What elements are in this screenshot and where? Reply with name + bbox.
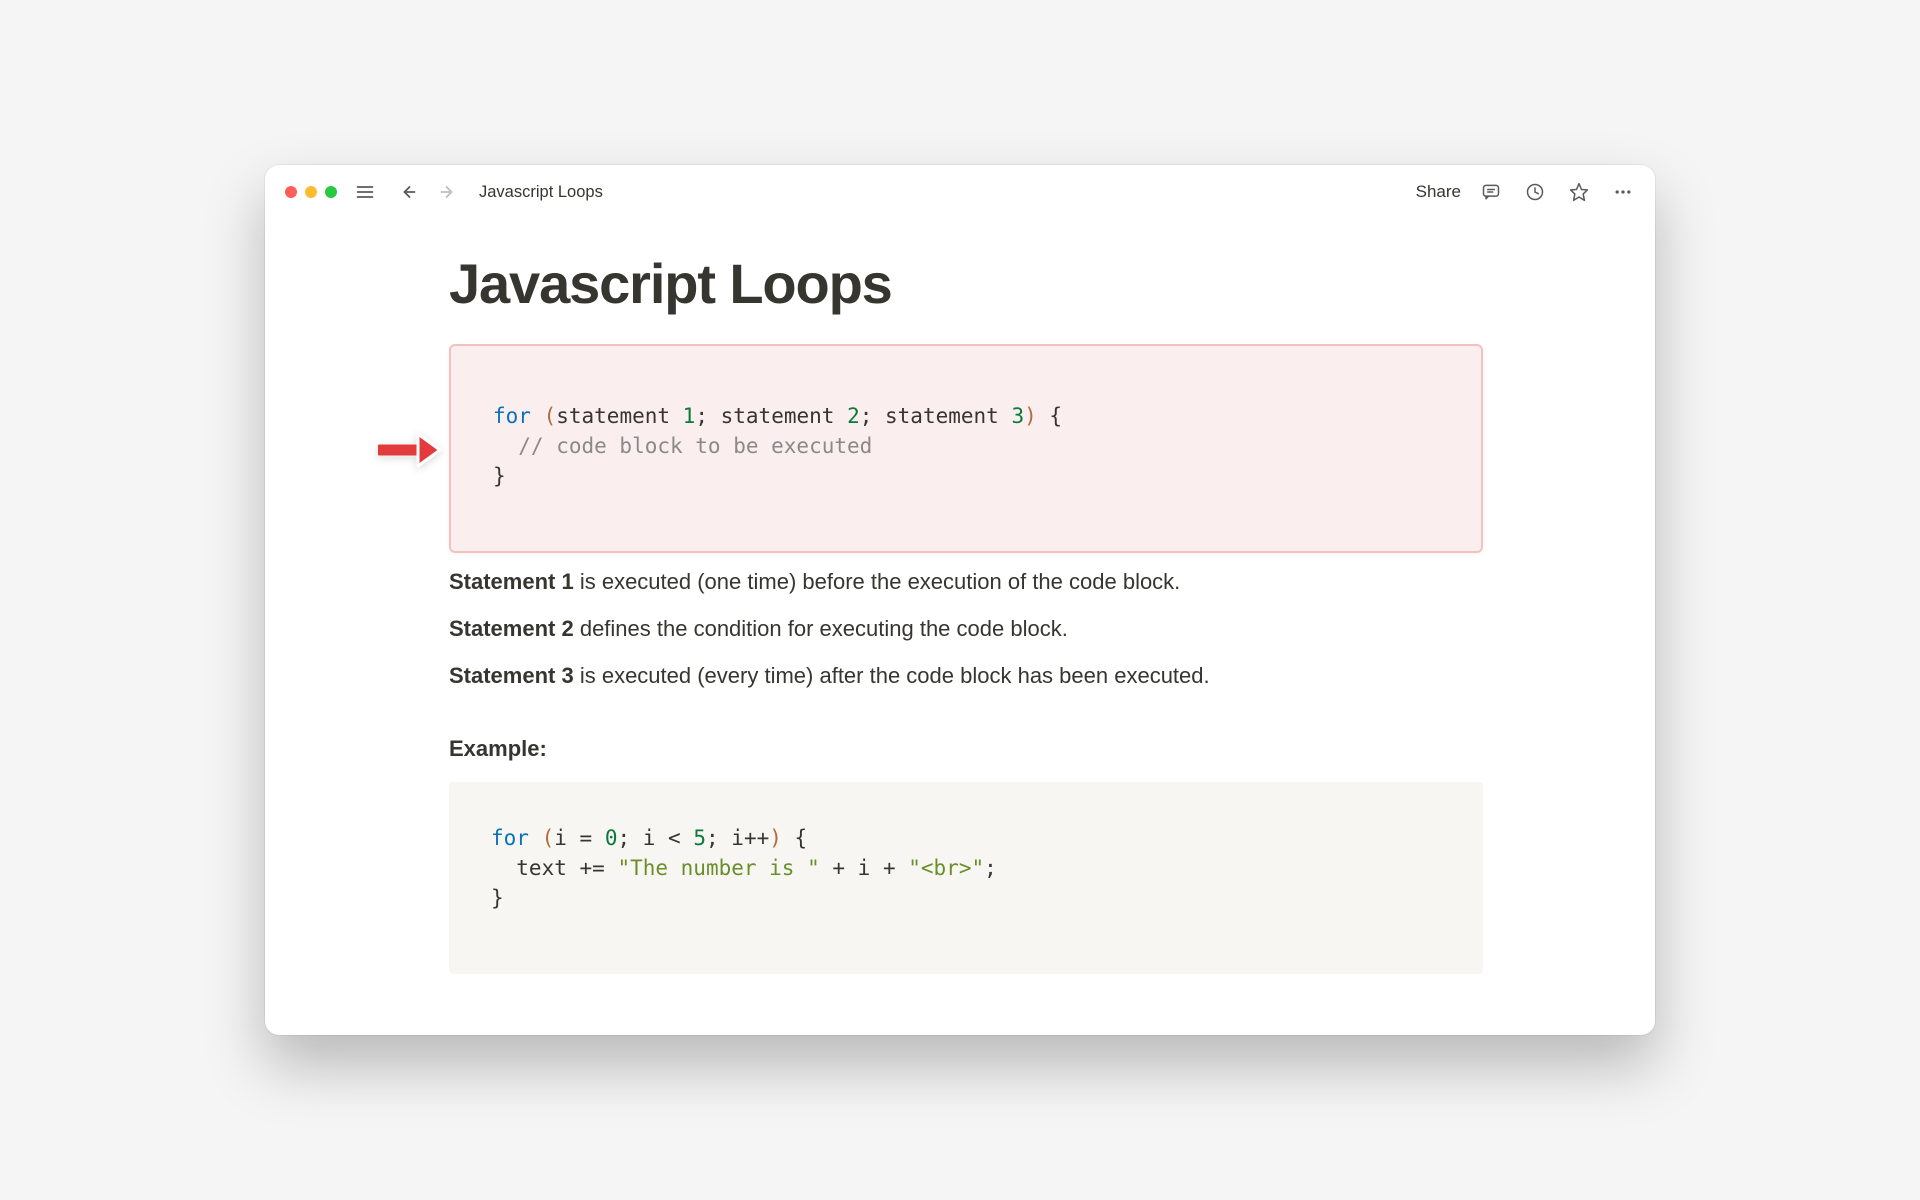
minimize-window-button[interactable] (305, 186, 317, 198)
text: is executed (one time) before the execut… (574, 569, 1181, 594)
favorite-star-icon[interactable] (1565, 178, 1593, 206)
code-token: "The number is " (617, 856, 819, 880)
code-token: ) (1024, 404, 1037, 428)
annotation-arrow-icon (378, 430, 448, 470)
code-token: { (782, 826, 807, 850)
share-button[interactable]: Share (1416, 182, 1461, 202)
code-token: } (491, 886, 504, 910)
paragraph-statement-2: Statement 2 defines the condition for ex… (449, 612, 1483, 645)
code-token: i = (554, 826, 605, 850)
code-token: statement (885, 404, 1011, 428)
code-token: for (493, 404, 531, 428)
code-token: "<br>" (908, 856, 984, 880)
code-token: 3 (1011, 404, 1024, 428)
bold-label: Statement 3 (449, 663, 574, 688)
code-token: ( (529, 826, 554, 850)
code-token: ) (769, 826, 782, 850)
code-token: statement (556, 404, 682, 428)
code-token: ; (695, 404, 720, 428)
sidebar-toggle-button[interactable] (351, 178, 379, 206)
forward-button[interactable] (435, 178, 463, 206)
example-heading: Example: (449, 736, 1483, 762)
topbar-actions: Share (1416, 178, 1637, 206)
code-token: // code block to be executed (493, 434, 872, 458)
code-token: i < (643, 826, 694, 850)
app-window: Javascript Loops Share (265, 165, 1655, 1035)
code-block-example[interactable]: for (i = 0; i < 5; i++) { text += "The n… (449, 782, 1483, 973)
paragraph-statement-3: Statement 3 is executed (every time) aft… (449, 659, 1483, 692)
code-token: ; (984, 856, 997, 880)
code-token: { (1037, 404, 1062, 428)
code-token: 5 (693, 826, 706, 850)
close-window-button[interactable] (285, 186, 297, 198)
code-token: statement (721, 404, 847, 428)
bold-label: Statement 1 (449, 569, 574, 594)
code-token: text += (491, 856, 617, 880)
breadcrumb[interactable]: Javascript Loops (479, 183, 603, 202)
code-token: 2 (847, 404, 860, 428)
code-token: ; (617, 826, 642, 850)
topbar: Javascript Loops Share (265, 165, 1655, 219)
more-menu-icon[interactable] (1609, 178, 1637, 206)
code-token: ; (860, 404, 885, 428)
page-content: Javascript Loops for (statement 1; state… (265, 219, 1655, 974)
code-block-syntax[interactable]: for (statement 1; statement 2; statement… (449, 344, 1483, 553)
updates-clock-icon[interactable] (1521, 178, 1549, 206)
code-token: 1 (683, 404, 696, 428)
text: is executed (every time) after the code … (574, 663, 1210, 688)
code-token: i++ (731, 826, 769, 850)
back-button[interactable] (393, 178, 421, 206)
bold-label: Statement 2 (449, 616, 574, 641)
maximize-window-button[interactable] (325, 186, 337, 198)
paragraph-statement-1: Statement 1 is executed (one time) befor… (449, 565, 1483, 598)
code-token: } (493, 464, 506, 488)
comments-icon[interactable] (1477, 178, 1505, 206)
code-token: 0 (605, 826, 618, 850)
code-token: ; (706, 826, 731, 850)
code-token: for (491, 826, 529, 850)
code-token: + i + (820, 856, 909, 880)
code-token: ( (531, 404, 556, 428)
window-controls (285, 186, 337, 198)
page-title: Javascript Loops (449, 251, 1483, 316)
text: defines the condition for executing the … (574, 616, 1068, 641)
